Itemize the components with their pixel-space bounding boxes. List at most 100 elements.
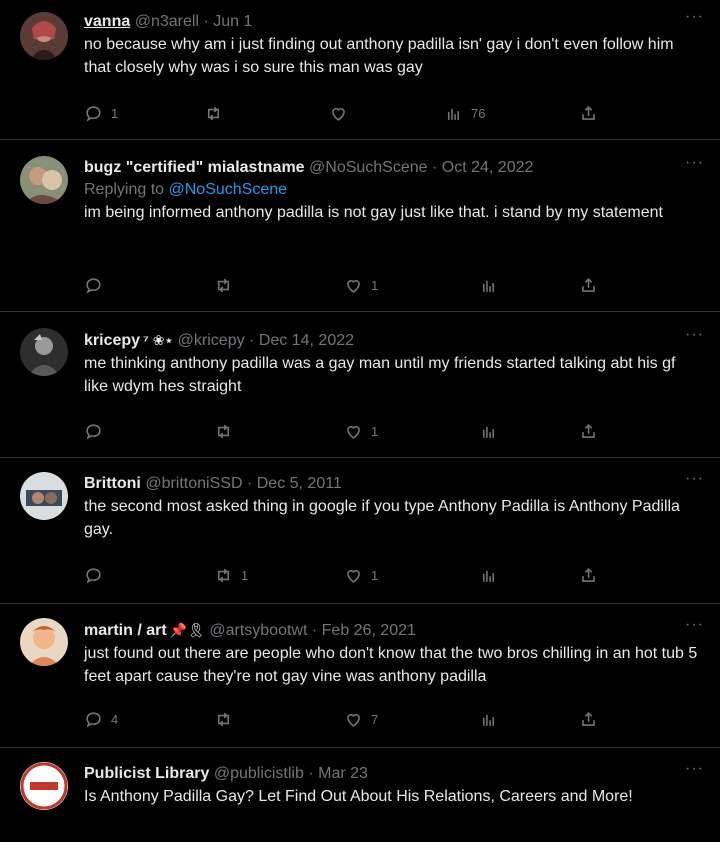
avatar[interactable] bbox=[20, 618, 68, 666]
tweet-date[interactable]: Jun 1 bbox=[213, 13, 252, 30]
retweet-icon bbox=[217, 424, 230, 439]
more-options-icon[interactable]: ··· bbox=[685, 761, 704, 777]
retweet-icon bbox=[217, 568, 230, 583]
share-button[interactable] bbox=[579, 104, 598, 123]
bar-chart-icon bbox=[482, 280, 495, 292]
like-button[interactable] bbox=[329, 104, 356, 123]
retweet-button[interactable] bbox=[214, 276, 241, 295]
user-handle[interactable]: @kricepy bbox=[178, 332, 245, 349]
reply-button[interactable] bbox=[84, 422, 111, 441]
tweet-text: just found out there are people who don'… bbox=[84, 645, 698, 685]
share-button[interactable] bbox=[579, 276, 598, 295]
retweet-button[interactable]: 1 bbox=[214, 566, 248, 585]
reply-icon bbox=[86, 278, 101, 294]
separator-dot: · bbox=[432, 159, 438, 176]
avatar[interactable] bbox=[20, 762, 68, 810]
share-icon bbox=[582, 278, 595, 292]
retweet-icon bbox=[217, 278, 230, 293]
reply-count: 1 bbox=[111, 106, 119, 121]
tweet-date[interactable]: Dec 14, 2022 bbox=[259, 332, 354, 349]
views-button[interactable] bbox=[479, 422, 506, 441]
separator-dot: · bbox=[203, 13, 209, 30]
retweet-button[interactable] bbox=[214, 710, 241, 729]
bar-chart-icon bbox=[482, 570, 495, 582]
tweet-actions: 1 76 bbox=[84, 104, 604, 126]
like-button[interactable]: 1 bbox=[344, 566, 378, 585]
more-options-icon[interactable]: ··· bbox=[685, 9, 704, 25]
tweet-feed: vanna @n3arell · Jun 1 no because why am… bbox=[0, 0, 720, 842]
reply-icon bbox=[86, 568, 101, 584]
display-name[interactable]: kricepy bbox=[84, 332, 140, 349]
tweet-text: me thinking anthony padilla was a gay ma… bbox=[84, 355, 676, 395]
tweet-text: no because why am i just finding out ant… bbox=[84, 36, 674, 76]
reply-button[interactable] bbox=[84, 276, 111, 295]
tweet[interactable]: Publicist Library @publicistlib · Mar 23… bbox=[0, 748, 720, 842]
retweet-button[interactable] bbox=[214, 422, 241, 441]
share-button[interactable] bbox=[579, 710, 598, 729]
tweet-date[interactable]: Feb 26, 2021 bbox=[322, 622, 416, 639]
tweet-header: bugz "certified" mialastname @NoSuchScen… bbox=[84, 157, 702, 179]
replying-to: Replying to @NoSuchScene bbox=[84, 179, 702, 201]
heart-icon bbox=[347, 426, 360, 439]
tweet[interactable]: martin / art 📌🎗 @artsybootwt · Feb 26, 20… bbox=[0, 604, 720, 748]
bar-chart-icon bbox=[447, 108, 460, 120]
bar-chart-icon bbox=[482, 714, 495, 726]
reply-button[interactable]: 4 bbox=[84, 710, 118, 729]
tweet[interactable]: Brittoni @brittoniSSD · Dec 5, 2011 the … bbox=[0, 458, 720, 604]
like-count: 1 bbox=[371, 568, 379, 583]
reply-icon bbox=[86, 106, 101, 122]
more-options-icon[interactable]: ··· bbox=[685, 617, 704, 633]
tweet-actions: 1 1 bbox=[84, 566, 604, 588]
user-handle[interactable]: @NoSuchScene bbox=[309, 159, 428, 176]
display-name[interactable]: martin / art bbox=[84, 622, 167, 639]
tweet-header: kricepy ⁷ ❀⋆ @kricepy · Dec 14, 2022 bbox=[84, 329, 702, 352]
retweet-icon bbox=[207, 106, 220, 121]
more-options-icon[interactable]: ··· bbox=[685, 155, 704, 171]
replying-label: Replying to bbox=[84, 181, 165, 198]
avatar[interactable] bbox=[20, 328, 68, 376]
tweet-date[interactable]: Mar 23 bbox=[318, 765, 368, 782]
tweet-date[interactable]: Dec 5, 2011 bbox=[257, 475, 342, 492]
more-options-icon[interactable]: ··· bbox=[685, 327, 704, 343]
retweet-count: 1 bbox=[241, 568, 249, 583]
reply-button[interactable] bbox=[84, 566, 111, 585]
views-button[interactable] bbox=[479, 276, 506, 295]
tweet-header: Publicist Library @publicistlib · Mar 23 bbox=[84, 763, 702, 785]
views-button[interactable] bbox=[479, 566, 506, 585]
tweet[interactable]: bugz "certified" mialastname @NoSuchScen… bbox=[0, 140, 720, 312]
display-name[interactable]: Publicist Library bbox=[84, 765, 209, 782]
user-handle[interactable]: @brittoniSSD bbox=[145, 475, 242, 492]
retweet-icon bbox=[217, 712, 230, 727]
share-button[interactable] bbox=[579, 422, 598, 441]
user-handle[interactable]: @n3arell bbox=[135, 13, 199, 30]
tweet[interactable]: kricepy ⁷ ❀⋆ @kricepy · Dec 14, 2022 me t… bbox=[0, 312, 720, 458]
share-icon bbox=[582, 424, 595, 438]
replying-mention[interactable]: @NoSuchScene bbox=[169, 181, 288, 198]
share-icon bbox=[582, 106, 595, 120]
tweet[interactable]: vanna @n3arell · Jun 1 no because why am… bbox=[0, 0, 720, 140]
retweet-button[interactable] bbox=[204, 104, 231, 123]
views-button[interactable] bbox=[479, 710, 506, 729]
name-emoji: ⁷ ❀⋆ bbox=[143, 332, 174, 348]
display-name[interactable]: vanna bbox=[84, 13, 130, 30]
avatar[interactable] bbox=[20, 156, 68, 204]
display-name[interactable]: bugz "certified" mialastname bbox=[84, 159, 305, 176]
views-button[interactable]: 76 bbox=[444, 104, 485, 123]
more-options-icon[interactable]: ··· bbox=[685, 471, 704, 487]
separator-dot: · bbox=[308, 765, 314, 782]
like-button[interactable]: 1 bbox=[344, 422, 378, 441]
tweet-header: Brittoni @brittoniSSD · Dec 5, 2011 bbox=[84, 473, 702, 495]
like-button[interactable]: 7 bbox=[344, 710, 378, 729]
reply-button[interactable]: 1 bbox=[84, 104, 118, 123]
tweet-text: im being informed anthony padilla is not… bbox=[84, 204, 663, 221]
reply-count: 4 bbox=[111, 712, 119, 727]
user-handle[interactable]: @artsybootwt bbox=[209, 622, 307, 639]
separator-dot: · bbox=[249, 332, 255, 349]
like-button[interactable]: 1 bbox=[344, 276, 378, 295]
user-handle[interactable]: @publicistlib bbox=[214, 765, 304, 782]
avatar[interactable] bbox=[20, 472, 68, 520]
share-button[interactable] bbox=[579, 566, 598, 585]
avatar[interactable] bbox=[20, 12, 68, 60]
tweet-date[interactable]: Oct 24, 2022 bbox=[442, 159, 534, 176]
display-name[interactable]: Brittoni bbox=[84, 475, 141, 492]
